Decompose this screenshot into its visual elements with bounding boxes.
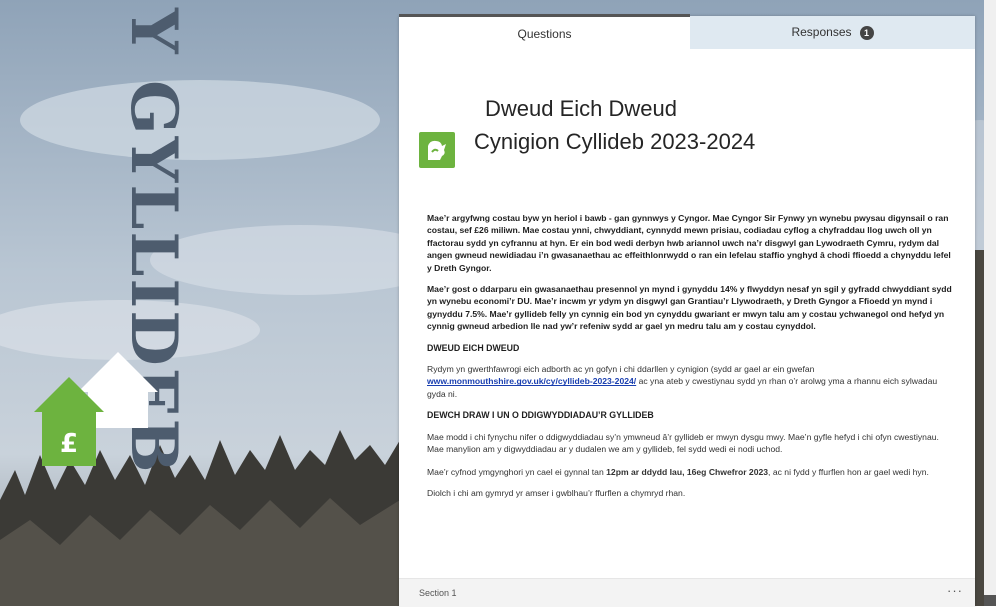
heading-dweud: DWEUD EICH DWEUD <box>427 342 520 353</box>
deadline-text: Mae’r cyfnod ymgynghori yn cael ei gynna… <box>427 466 957 478</box>
deadline-post: , ac ni fydd y ffurflen hon ar gael wedi… <box>768 466 929 477</box>
paragraph-1: Mae’r argyfwng costau byw yn heriol i ba… <box>427 213 951 273</box>
thanks-text: Diolch i chi am gymryd yr amser i gwblha… <box>427 487 686 498</box>
pound-symbol: £ <box>60 429 78 459</box>
deadline-pre: Mae’r cyfnod ymgynghori yn cael ei gynna… <box>427 466 607 477</box>
deadline-date: 12pm ar ddydd Iau, 16eg Chwefror 2023 <box>606 466 769 477</box>
feedback-text-pre: Rydym yn gwerthfawrogi eich adborth ac y… <box>427 364 815 375</box>
scrollbar-thumb[interactable] <box>984 595 996 606</box>
heading-events: DEWCH DRAW I UN O DDIGWYDDIADAU’R GYLLID… <box>427 410 654 421</box>
form-title-line2: Cynigion Cyllideb 2023-2024 <box>474 129 756 154</box>
feedback-text: Rydym yn gwerthfawrogi eich adborth ac y… <box>427 363 957 400</box>
scrollbar-track[interactable] <box>984 0 996 606</box>
more-options-icon[interactable]: ··· <box>947 583 963 598</box>
tab-questions[interactable]: Questions <box>399 14 690 50</box>
tab-bar: Questions Responses 1 <box>399 14 975 50</box>
form-title-line1: Dweud Eich Dweud <box>485 96 677 121</box>
monmouthshire-logo-icon <box>419 132 455 168</box>
paragraph-2: Mae’r gost o ddarparu ein gwasanaethau p… <box>427 284 952 332</box>
events-text: Mae modd i chi fynychu nifer o ddigwyddi… <box>427 431 939 455</box>
form-card: Questions Responses 1 Dweud Eich Dweud Cy… <box>399 14 975 607</box>
tab-responses-label: Responses <box>791 25 852 39</box>
tab-questions-label: Questions <box>517 27 572 41</box>
responses-count-badge: 1 <box>859 25 874 40</box>
section-bar: Section 1 ··· <box>399 578 975 607</box>
form-description: Mae’r argyfwng costau byw yn heriol i ba… <box>427 212 957 508</box>
budget-link[interactable]: www.monmouthshire.gov.uk/cy/cyllideb-202… <box>427 376 636 386</box>
section-label: Section 1 <box>419 588 457 598</box>
tab-responses[interactable]: Responses 1 <box>690 16 975 49</box>
